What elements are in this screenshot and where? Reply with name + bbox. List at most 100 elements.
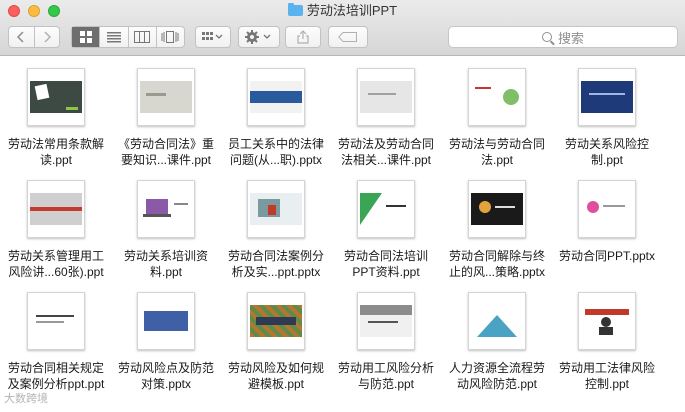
file-name[interactable]: 《劳动合同法》重 要知识...课件.ppt xyxy=(113,136,219,168)
file-item[interactable]: 劳动法与劳动合同 法.ppt xyxy=(442,62,552,174)
file-name-line1: 人力资源全流程劳 xyxy=(448,361,545,375)
file-thumbnail[interactable] xyxy=(27,68,85,126)
chevron-right-icon xyxy=(44,31,51,43)
file-name-line2: 止的风...策略.pptx xyxy=(448,265,546,279)
file-thumbnail[interactable] xyxy=(137,292,195,350)
file-thumbnail[interactable] xyxy=(578,292,636,350)
file-name-line1: 劳动合同相关规定 xyxy=(7,361,104,375)
arrange-button[interactable] xyxy=(195,26,231,48)
file-item[interactable]: 劳动用工法律风险 控制.ppt xyxy=(552,286,662,398)
file-name-line2: 析及实...ppt.pptx xyxy=(231,265,321,279)
file-name-line1: 劳动法及劳动合同 xyxy=(337,137,434,151)
file-thumbnail[interactable] xyxy=(247,68,305,126)
file-name[interactable]: 劳动法常用条款解 读.ppt xyxy=(3,136,109,168)
folder-icon xyxy=(287,3,303,16)
file-item[interactable]: 劳动关系管理用工 风险讲...60张).ppt xyxy=(1,174,111,286)
file-name-line2: 与防范.ppt xyxy=(357,377,415,391)
slide-preview xyxy=(471,305,523,337)
file-name[interactable]: 劳动用工法律风险 控制.ppt xyxy=(554,360,660,392)
file-name[interactable]: 劳动法及劳动合同 法相关...课件.ppt xyxy=(333,136,439,168)
window-title: 劳动法培训PPT xyxy=(0,2,685,20)
file-thumbnail[interactable] xyxy=(357,180,415,238)
file-thumbnail[interactable] xyxy=(578,68,636,126)
slide-preview xyxy=(360,81,412,113)
file-name-line2: 问题(从...职).pptx xyxy=(229,153,322,167)
share-button[interactable] xyxy=(285,26,321,48)
window-title-text: 劳动法培训PPT xyxy=(306,3,398,18)
file-item[interactable]: 《劳动合同法》重 要知识...课件.ppt xyxy=(111,62,221,174)
file-item[interactable]: 劳动合同法案例分 析及实...ppt.pptx xyxy=(221,174,331,286)
file-item[interactable]: 劳动风险点及防范 对策.pptx xyxy=(111,286,221,398)
file-name[interactable]: 劳动合同解除与终 止的风...策略.pptx xyxy=(444,248,550,280)
file-name[interactable]: 劳动关系管理用工 风险讲...60张).ppt xyxy=(3,248,109,280)
file-item[interactable]: 劳动合同相关规定 及案例分析ppt.ppt xyxy=(1,286,111,398)
file-name-line1: 劳动法常用条款解 xyxy=(7,137,104,151)
gear-icon xyxy=(245,30,271,44)
file-thumbnail[interactable] xyxy=(137,68,195,126)
file-name-line2: 料.ppt xyxy=(149,265,183,279)
file-thumbnail[interactable] xyxy=(247,292,305,350)
file-thumbnail[interactable] xyxy=(137,180,195,238)
file-item[interactable]: 员工关系中的法律 问题(从...职).pptx xyxy=(221,62,331,174)
slide-preview xyxy=(250,81,302,113)
column-view-button[interactable] xyxy=(129,27,157,47)
file-name[interactable]: 劳动法与劳动合同 法.ppt xyxy=(444,136,550,168)
list-view-button[interactable] xyxy=(100,27,129,47)
file-item[interactable]: 劳动合同法培训 PPT资料.ppt xyxy=(331,174,441,286)
file-name[interactable]: 劳动合同PPT.pptx xyxy=(554,248,660,264)
back-button[interactable] xyxy=(9,27,35,47)
file-item[interactable]: 劳动风险及如何规 避模板.ppt xyxy=(221,286,331,398)
file-thumbnail[interactable] xyxy=(357,68,415,126)
file-name[interactable]: 人力资源全流程劳 动风险防范.ppt xyxy=(444,360,550,392)
share-icon xyxy=(297,30,309,44)
file-name-line1: 劳动用工法律风险 xyxy=(558,361,655,375)
file-name-line2: 避模板.ppt xyxy=(247,377,305,391)
file-name-line2: 制.ppt xyxy=(590,153,624,167)
file-item[interactable]: 劳动关系风险控 制.ppt xyxy=(552,62,662,174)
file-name[interactable]: 劳动合同相关规定 及案例分析ppt.ppt xyxy=(3,360,109,392)
file-thumbnail[interactable] xyxy=(247,180,305,238)
file-name-line2: 控制.ppt xyxy=(584,377,630,391)
file-name-line1: 劳动合同解除与终 xyxy=(448,249,545,263)
file-item[interactable]: 人力资源全流程劳 动风险防范.ppt xyxy=(442,286,552,398)
file-thumbnail[interactable] xyxy=(27,292,85,350)
file-item[interactable]: 劳动关系培训资 料.ppt xyxy=(111,174,221,286)
file-name[interactable]: 劳动合同法培训 PPT资料.ppt xyxy=(333,248,439,280)
file-thumbnail[interactable] xyxy=(468,292,526,350)
search-icon xyxy=(541,32,552,42)
tag-icon xyxy=(338,32,357,42)
file-thumbnail[interactable] xyxy=(468,180,526,238)
search-field[interactable]: 搜索 xyxy=(448,26,678,48)
file-thumbnail[interactable] xyxy=(357,292,415,350)
file-name[interactable]: 劳动关系培训资 料.ppt xyxy=(113,248,219,280)
tag-button[interactable] xyxy=(328,26,368,48)
action-button[interactable] xyxy=(238,26,280,48)
icon-view-button[interactable] xyxy=(72,27,101,47)
file-name-line1: 劳动关系培训资 xyxy=(123,249,208,263)
file-item[interactable]: 劳动法常用条款解 读.ppt xyxy=(1,62,111,174)
file-name-line2: 读.ppt xyxy=(39,153,73,167)
forward-button[interactable] xyxy=(35,27,60,47)
cover-flow-button[interactable] xyxy=(157,27,184,47)
file-thumbnail[interactable] xyxy=(578,180,636,238)
file-item[interactable]: 劳动合同PPT.pptx xyxy=(552,174,662,286)
file-name-line2: 对策.pptx xyxy=(140,377,192,391)
slide-preview xyxy=(360,305,412,337)
file-item[interactable]: 劳动法及劳动合同 法相关...课件.ppt xyxy=(331,62,441,174)
file-name[interactable]: 劳动风险点及防范 对策.pptx xyxy=(113,360,219,392)
slide-preview xyxy=(250,193,302,225)
slide-preview xyxy=(140,193,192,225)
file-item[interactable]: 劳动用工风险分析 与防范.ppt xyxy=(331,286,441,398)
file-name[interactable]: 员工关系中的法律 问题(从...职).pptx xyxy=(223,136,329,168)
file-thumbnail[interactable] xyxy=(468,68,526,126)
file-item[interactable]: 劳动合同解除与终 止的风...策略.pptx xyxy=(442,174,552,286)
slide-preview xyxy=(471,81,523,113)
file-name[interactable]: 劳动风险及如何规 避模板.ppt xyxy=(223,360,329,392)
file-name[interactable]: 劳动合同法案例分 析及实...ppt.pptx xyxy=(223,248,329,280)
file-name[interactable]: 劳动关系风险控 制.ppt xyxy=(554,136,660,168)
slide-preview xyxy=(30,305,82,337)
slide-preview xyxy=(581,81,633,113)
slide-preview xyxy=(250,305,302,337)
file-name[interactable]: 劳动用工风险分析 与防范.ppt xyxy=(333,360,439,392)
file-thumbnail[interactable] xyxy=(27,180,85,238)
